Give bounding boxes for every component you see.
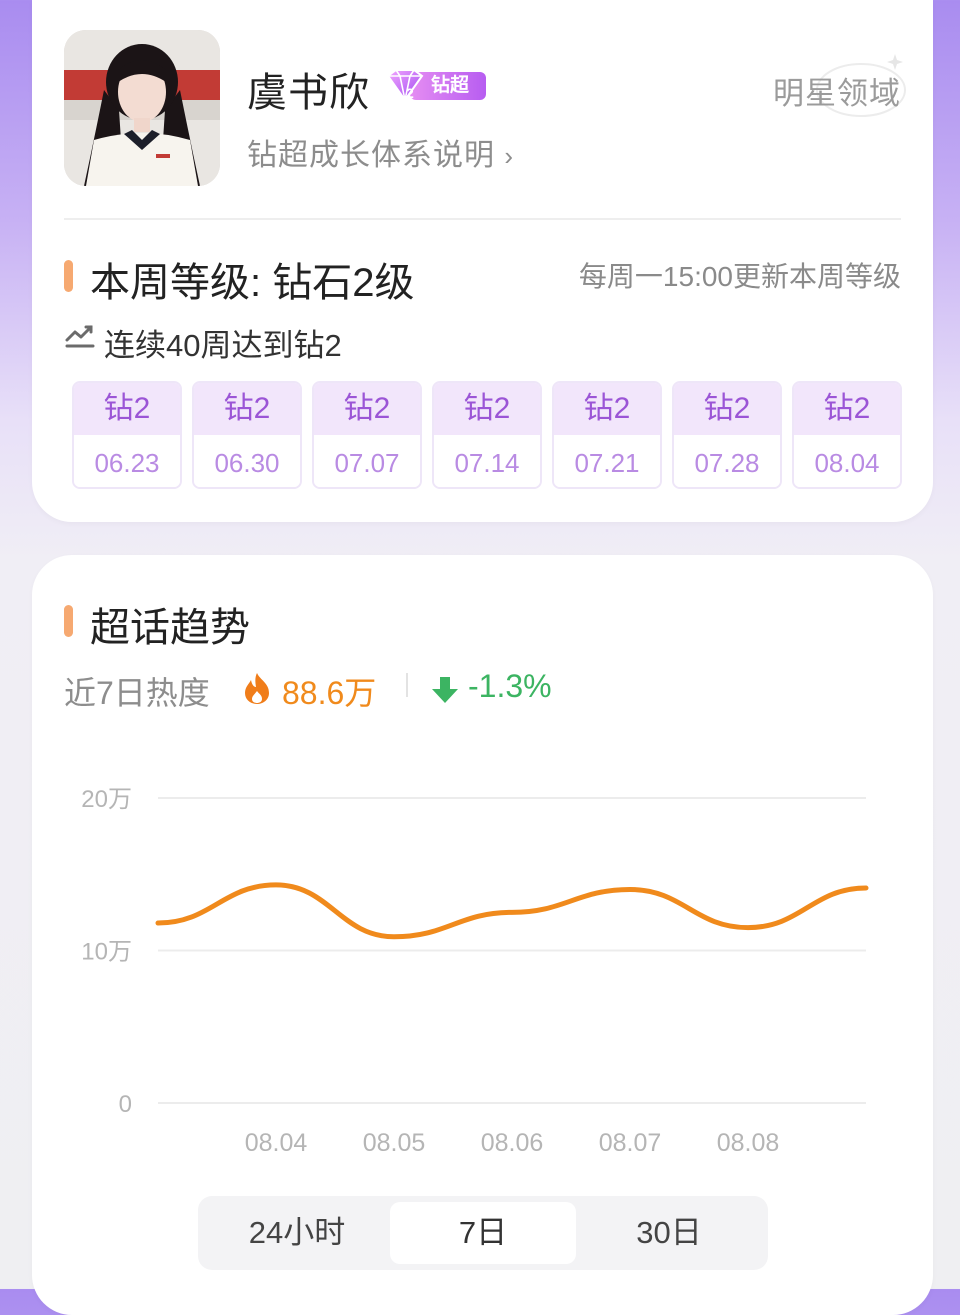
- week-date: 07.28: [674, 435, 780, 487]
- arrow-down-icon: [432, 677, 458, 703]
- diamond-icon: 2: [386, 69, 424, 102]
- heat-label: 近7日热度: [64, 675, 210, 711]
- trend-line-icon: [65, 325, 95, 348]
- update-note: 每周一15:00更新本周等级: [578, 261, 901, 292]
- section-accent-bar: [64, 260, 73, 292]
- growth-system-link[interactable]: 钻超成长体系说明 ›: [247, 130, 514, 174]
- avatar[interactable]: [64, 30, 220, 186]
- trend-chart: 0 10万 20万 08.04 08.05 08.06 08.07 08.08: [81, 786, 869, 1157]
- growth-link-label: 钻超成长体系说明: [247, 139, 495, 172]
- series-line: [155, 882, 869, 940]
- week-date: 06.23: [74, 435, 180, 487]
- chevron-right-icon: ›: [504, 141, 515, 171]
- week-date: 07.21: [554, 435, 660, 487]
- level-card: 虞书欣 钻超 2 钻超成长体系说明 › 明星领域 本周等级: 钻石2级 每周一1…: [32, 0, 933, 522]
- week-level-cell: 钻2 07.07: [312, 381, 422, 489]
- week-level-cell: 钻2 06.23: [72, 381, 182, 489]
- week-level: 钻2: [74, 383, 180, 435]
- streak-text: 连续40周达到钻2: [104, 328, 342, 363]
- x-tick-label: 08.08: [717, 1129, 780, 1157]
- weekly-level-title: 本周等级: 钻石2级: [90, 261, 415, 305]
- change-value: -1.3%: [468, 668, 552, 704]
- week-level: 钻2: [554, 383, 660, 435]
- week-date: 06.30: [194, 435, 300, 487]
- heat-value: 88.6万: [282, 675, 377, 711]
- week-level: 钻2: [194, 383, 300, 435]
- week-level-cell: 钻2 07.14: [432, 381, 542, 489]
- week-date: 07.14: [434, 435, 540, 487]
- section-accent-bar: [64, 605, 73, 637]
- tab-7d[interactable]: 7日: [390, 1202, 576, 1264]
- y-tick-label: 20万: [81, 786, 132, 813]
- profile-name: 虞书欣: [247, 71, 370, 115]
- week-date: 07.07: [314, 435, 420, 487]
- week-level: 钻2: [794, 383, 900, 435]
- separator: [406, 673, 408, 697]
- range-tabs: 24小时 7日 30日: [198, 1196, 768, 1270]
- x-tick-label: 08.06: [481, 1129, 544, 1157]
- svg-text:2: 2: [406, 85, 414, 101]
- tab-24h[interactable]: 24小时: [204, 1202, 390, 1264]
- y-tick-label: 10万: [81, 939, 132, 966]
- week-level-cell: 钻2 07.21: [552, 381, 662, 489]
- trend-title: 超话趋势: [90, 606, 250, 650]
- fire-icon: [245, 673, 269, 704]
- trend-card: 超话趋势 近7日热度 88.6万 -1.3% 0 10万 20万 08.04 08.05…: [32, 555, 933, 1315]
- x-tick-label: 08.04: [245, 1129, 308, 1157]
- weekly-level-history: 钻2 06.23 钻2 06.30 钻2 07.07 钻2 07.14 钻2 0…: [72, 381, 902, 489]
- week-level-cell: 钻2 08.04: [792, 381, 902, 489]
- divider: [64, 218, 901, 220]
- week-level: 钻2: [674, 383, 780, 435]
- tab-30d[interactable]: 30日: [576, 1202, 762, 1264]
- star-domain-label[interactable]: 明星领域: [773, 68, 901, 113]
- week-level: 钻2: [314, 383, 420, 435]
- week-date: 08.04: [794, 435, 900, 487]
- week-level-cell: 钻2 07.28: [672, 381, 782, 489]
- diamond-super-badge[interactable]: 钻超 2: [382, 68, 488, 102]
- week-level: 钻2: [434, 383, 540, 435]
- week-level-cell: 钻2 06.30: [192, 381, 302, 489]
- x-tick-label: 08.05: [363, 1129, 426, 1157]
- x-tick-label: 08.07: [599, 1129, 662, 1157]
- y-tick-label: 0: [119, 1091, 132, 1118]
